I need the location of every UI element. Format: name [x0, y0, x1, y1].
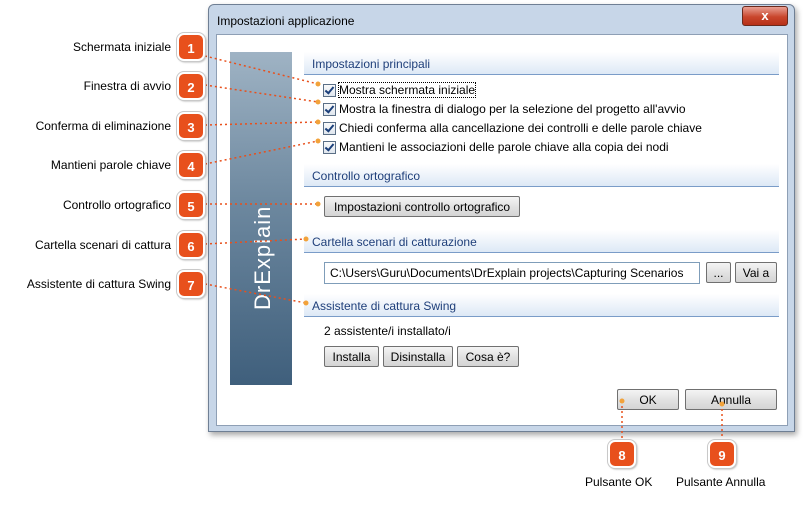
callout-badge-7: 7 — [177, 270, 205, 298]
callout-label-8: Pulsante OK — [585, 475, 653, 489]
callout-label-2: Finestra di avvio — [83, 79, 171, 93]
callout-badge-1: 1 — [177, 33, 205, 61]
section-title-capture: Cartella scenari di catturazione — [312, 235, 477, 249]
section-main-settings: Impostazioni principali — [304, 52, 779, 75]
ok-button[interactable]: OK — [617, 389, 679, 410]
callout-label-7: Assistente di cattura Swing — [26, 277, 171, 291]
settings-dialog: Impostazioni applicazione x DrExplain Im… — [208, 4, 795, 432]
goto-folder-button[interactable]: Vai a — [735, 262, 777, 283]
close-icon: x — [761, 8, 769, 23]
drexplain-logo: DrExplain — [250, 206, 275, 310]
callout-label-1: Schermata iniziale — [72, 40, 171, 54]
uninstall-button[interactable]: Disinstalla — [383, 346, 453, 367]
callout-label-3: Conferma di eliminazione — [35, 119, 171, 133]
swing-installed-count: 2 assistente/i installato/i — [324, 324, 451, 338]
callout-badge-3: 3 — [177, 112, 205, 140]
section-spell-check: Controllo ortografico — [304, 164, 779, 187]
title-bar[interactable]: Impostazioni applicazione x — [209, 5, 794, 33]
checkbox-label: Mostra schermata iniziale — [337, 82, 477, 98]
capture-folder-path-field[interactable]: C:\Users\Guru\Documents\DrExplain projec… — [324, 262, 700, 284]
callout-label-9: Pulsante Annulla — [676, 475, 766, 489]
checkbox-label: Mostra la finestra di dialogo per la sel… — [339, 102, 686, 116]
dialog-client-area: DrExplain Impostazioni principali Mostra… — [216, 34, 788, 426]
section-capture-folder: Cartella scenari di catturazione — [304, 230, 779, 253]
callout-label-4: Mantieni parole chiave — [50, 158, 171, 172]
svg-text:DrExplain: DrExplain — [250, 206, 275, 310]
close-button[interactable]: x — [742, 6, 788, 26]
callout-label-6: Cartella scenari di cattura — [34, 238, 171, 252]
what-is-button[interactable]: Cosa è? — [457, 346, 519, 367]
spell-settings-button[interactable]: Impostazioni controllo ortografico — [324, 196, 520, 217]
section-swing-assistant: Assistente di cattura Swing — [304, 294, 779, 317]
checkbox-label: Mantieni le associazioni delle parole ch… — [339, 140, 669, 154]
callout-badge-4: 4 — [177, 151, 205, 179]
checkbox-icon[interactable] — [323, 103, 336, 116]
callout-badge-5: 5 — [177, 191, 205, 219]
callout-badge-9: 9 — [708, 440, 736, 468]
callout-badge-8: 8 — [608, 440, 636, 468]
brand-sidebar: DrExplain — [230, 52, 292, 385]
section-title-swing: Assistente di cattura Swing — [312, 299, 457, 313]
cancel-button[interactable]: Annulla — [685, 389, 777, 410]
callout-badge-6: 6 — [177, 231, 205, 259]
callout-badge-2: 2 — [177, 72, 205, 100]
checkbox-icon[interactable] — [323, 84, 336, 97]
browse-button[interactable]: ... — [706, 262, 731, 283]
callout-label-5: Controllo ortografico — [62, 198, 171, 212]
checkbox-label: Chiedi conferma alla cancellazione dei c… — [339, 121, 702, 135]
window-title: Impostazioni applicazione — [217, 14, 355, 28]
section-title-spell: Controllo ortografico — [312, 169, 421, 183]
checkbox-icon[interactable] — [323, 122, 336, 135]
checkbox-icon[interactable] — [323, 141, 336, 154]
section-title-main: Impostazioni principali — [312, 57, 431, 71]
install-button[interactable]: Installa — [324, 346, 379, 367]
